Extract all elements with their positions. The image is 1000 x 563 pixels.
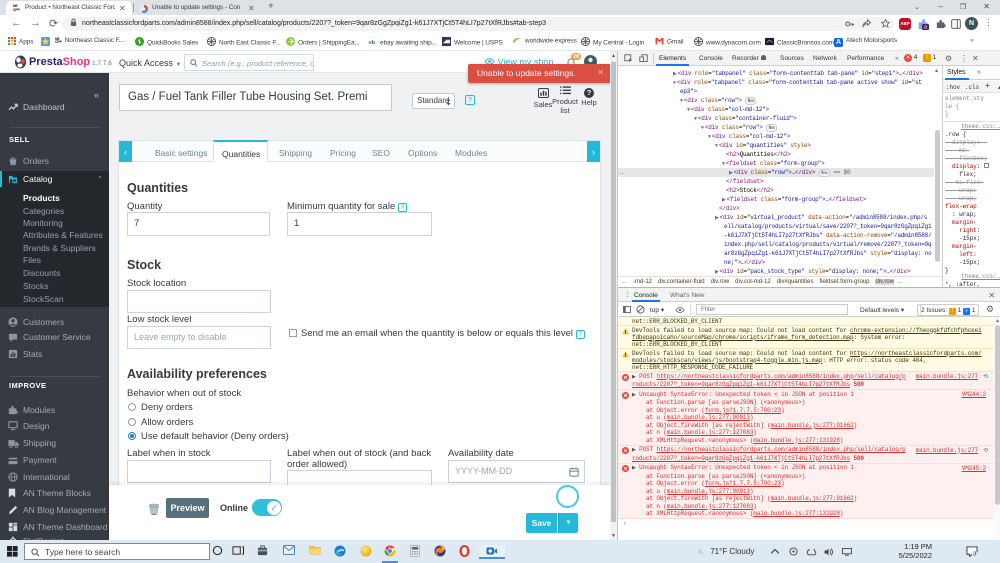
svg-text:3: 3 <box>973 552 976 557</box>
svg-text:a: a <box>924 25 927 30</box>
